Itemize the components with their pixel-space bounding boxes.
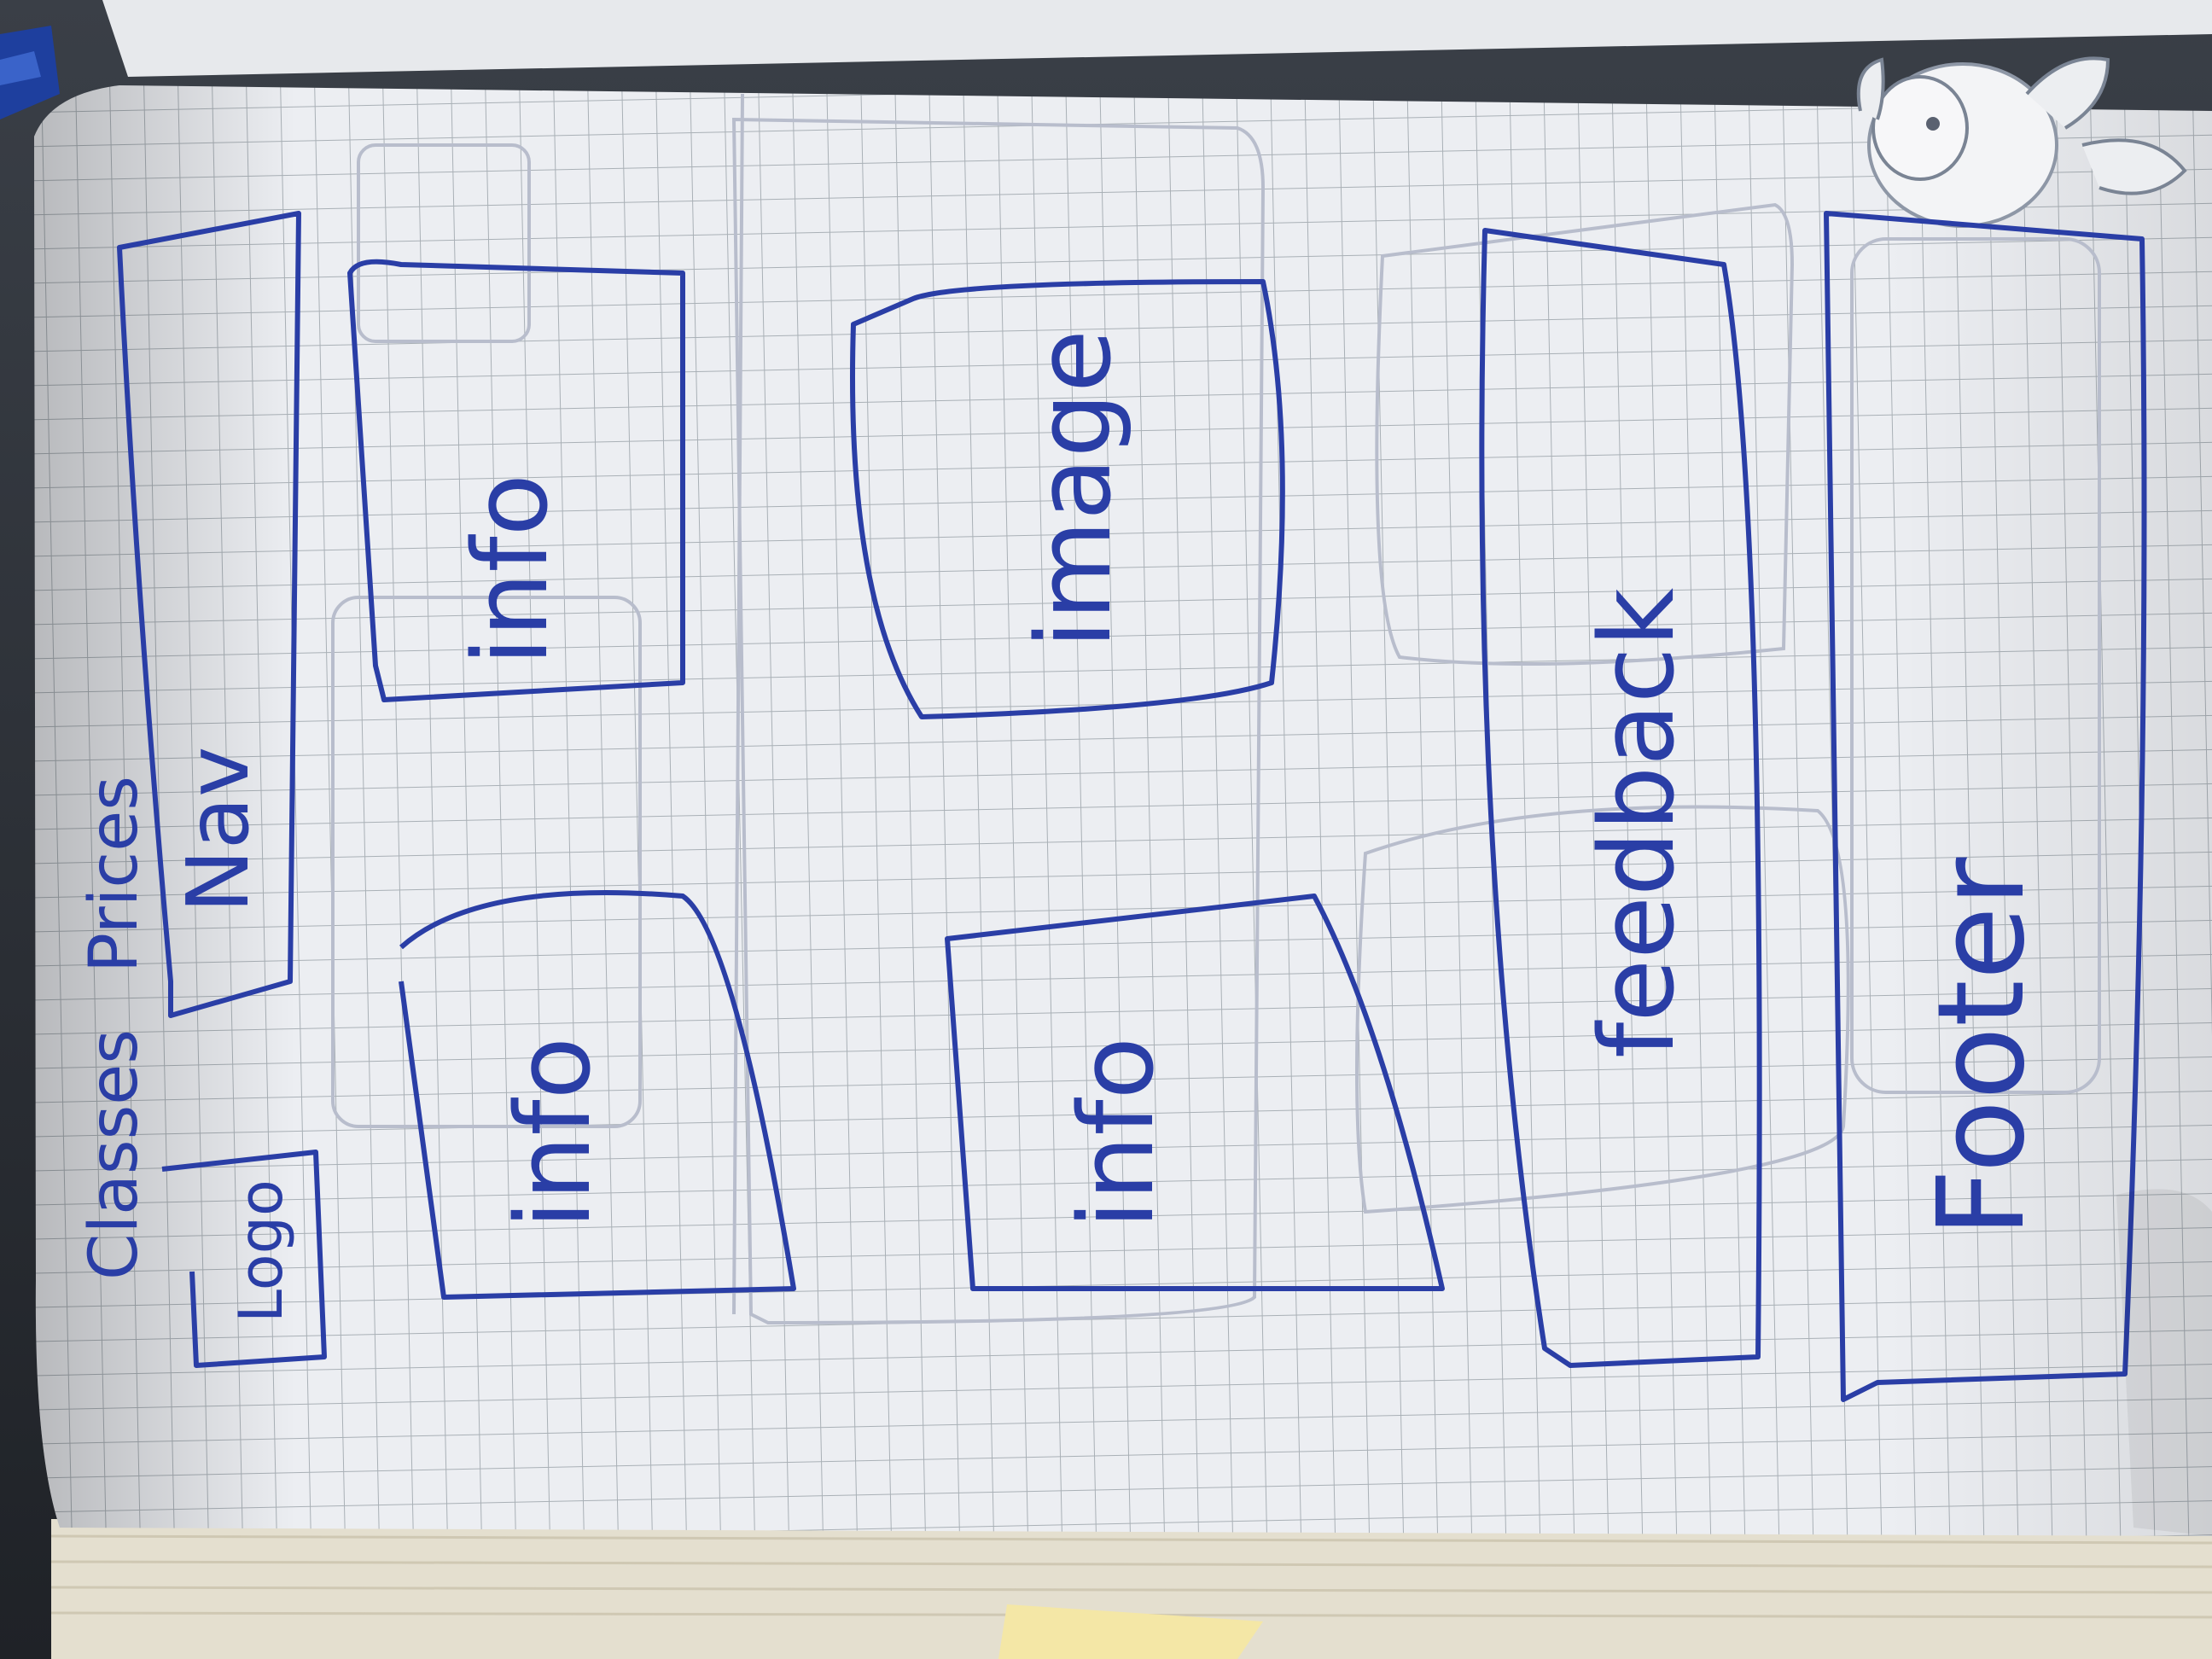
- nav-item-classes: Classes: [76, 1029, 153, 1280]
- image-label: image: [1016, 329, 1134, 649]
- info-label-1: info: [452, 474, 571, 666]
- info-label-3: info: [1058, 1037, 1177, 1229]
- sketch-photo: Classes Prices Logo Nav info info image …: [0, 0, 2212, 1659]
- nav-item-prices: Prices: [76, 776, 153, 973]
- logo-label: Logo: [226, 1179, 296, 1323]
- info-label-2: info: [495, 1037, 614, 1229]
- feedback-label: feedback: [1579, 587, 1697, 1058]
- footer-label: Footer: [1912, 857, 2052, 1237]
- nav-label: Nav: [168, 747, 268, 913]
